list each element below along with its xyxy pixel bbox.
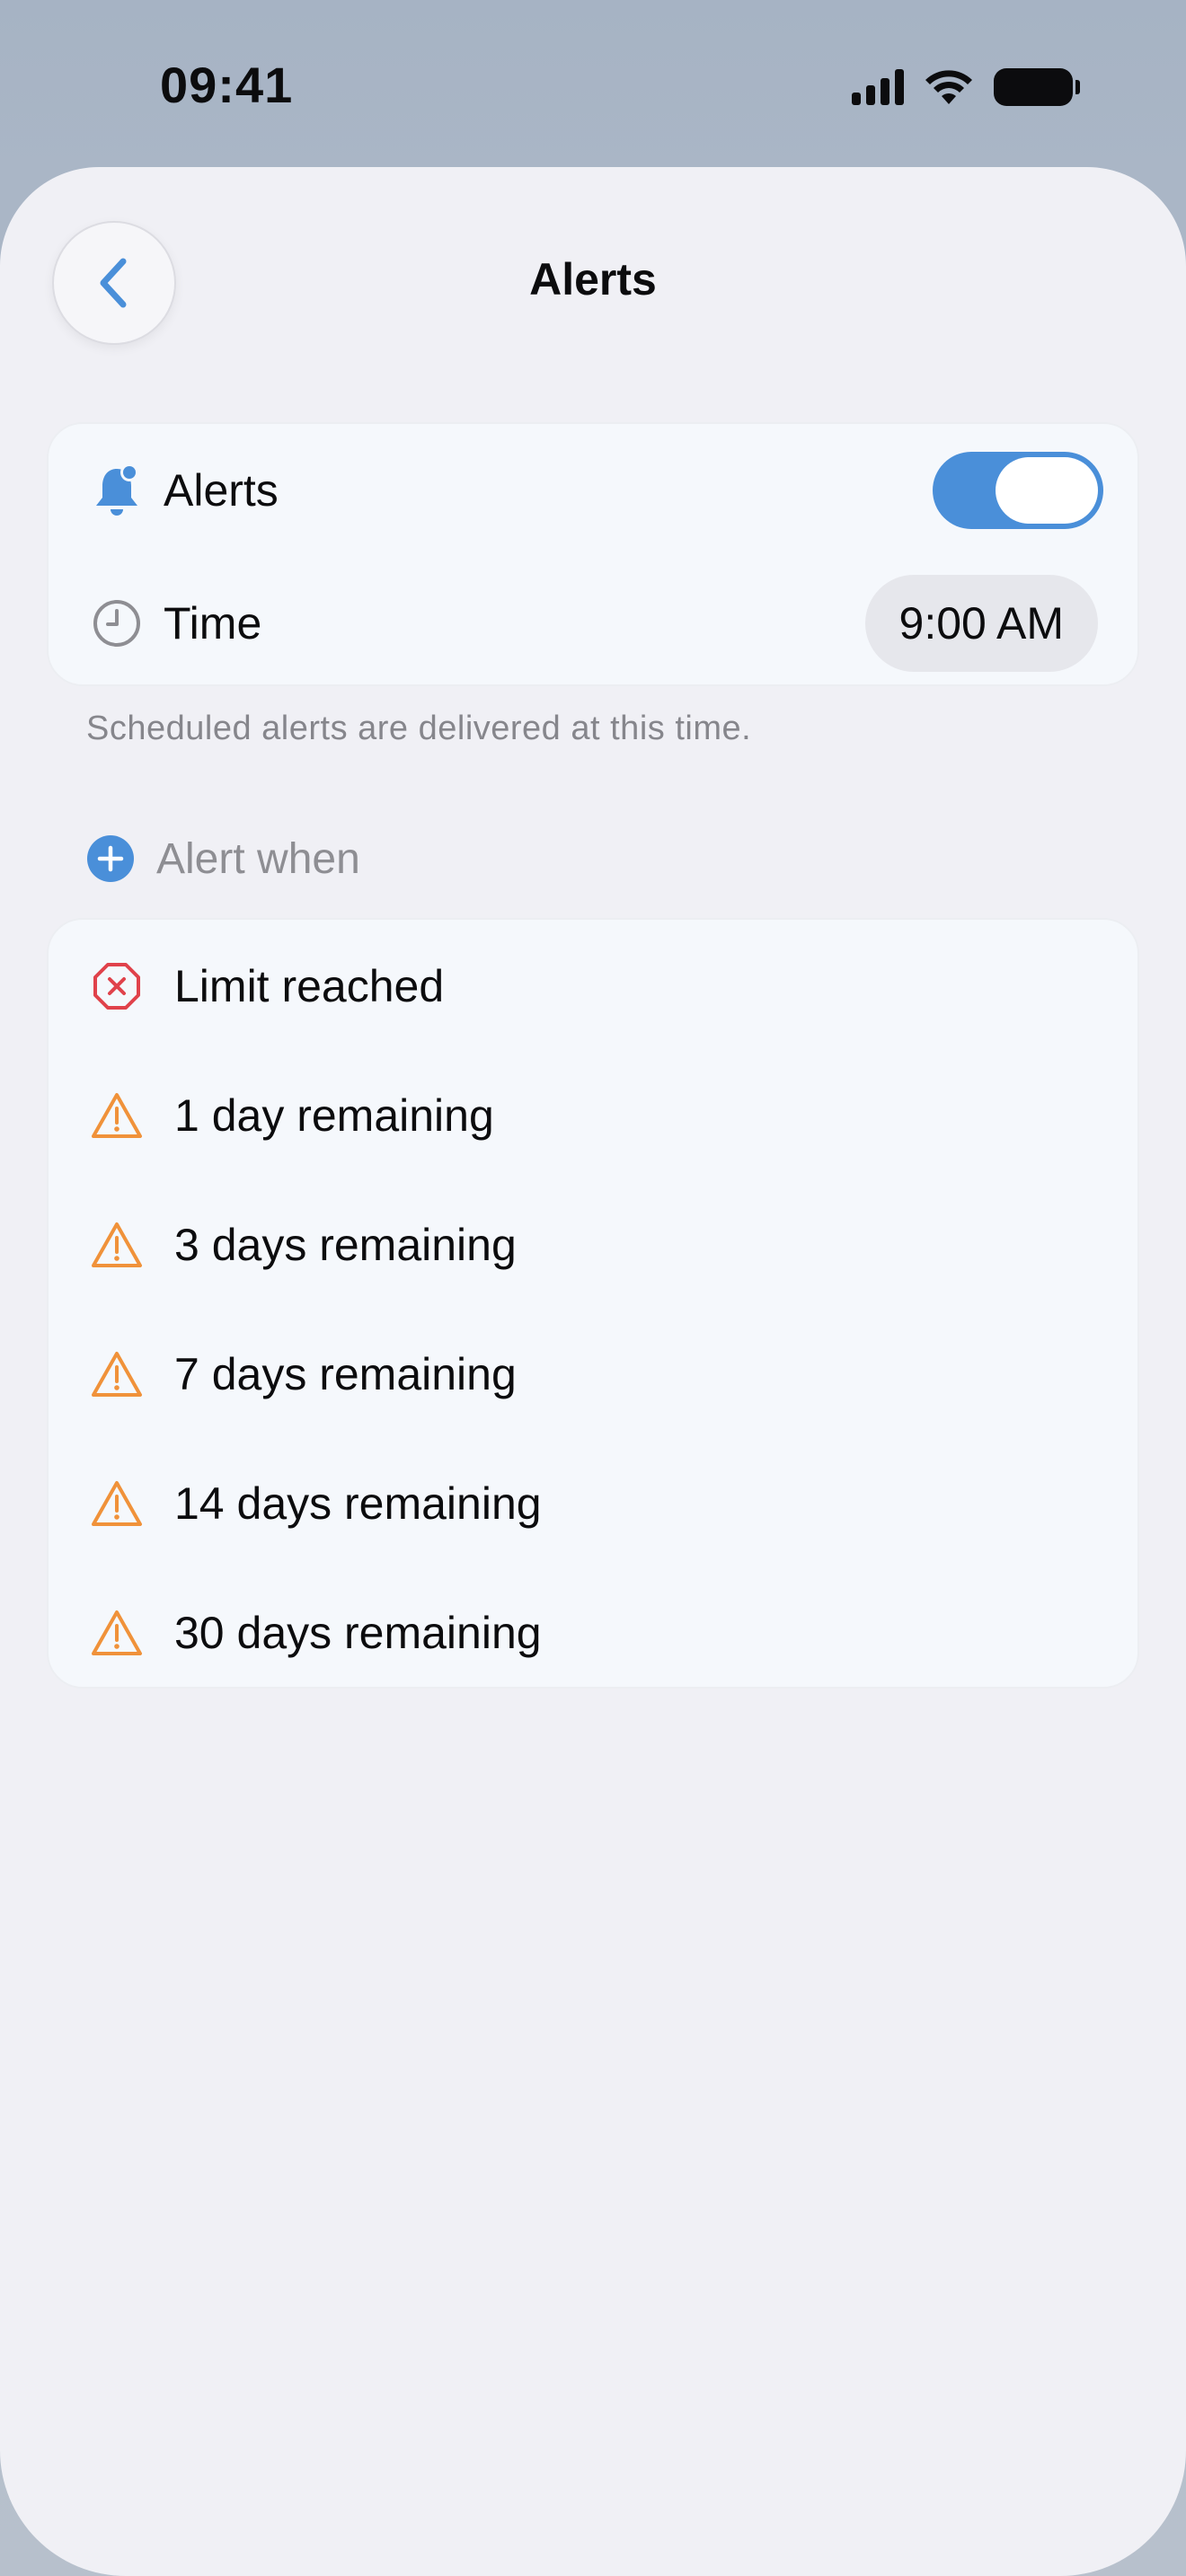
alerts-toggle[interactable] — [933, 452, 1103, 529]
alerts-toggle-row: Alerts — [49, 424, 1137, 557]
alert-item-1-day[interactable]: 1 day remaining — [49, 1051, 1137, 1180]
status-icons — [852, 66, 1080, 108]
warning-triangle-icon — [88, 1087, 146, 1144]
alert-item-14-days[interactable]: 14 days remaining — [49, 1439, 1137, 1568]
alert-item-label: 7 days remaining — [174, 1349, 517, 1399]
alert-item-label: 30 days remaining — [174, 1608, 542, 1658]
time-footnote: Scheduled alerts are delivered at this t… — [86, 710, 752, 747]
warning-triangle-icon — [88, 1475, 146, 1532]
time-picker[interactable]: 9:00 AM — [864, 575, 1098, 672]
alert-item-30-days[interactable]: 30 days remaining — [49, 1568, 1137, 1698]
warning-triangle-icon — [88, 1216, 146, 1274]
alert-item-3-days[interactable]: 3 days remaining — [49, 1180, 1137, 1310]
alert-item-label: Limit reached — [174, 961, 445, 1011]
alert-conditions-card: Limit reached 1 day remaining 3 days rem… — [47, 918, 1139, 1689]
add-circle-icon — [87, 835, 134, 882]
battery-icon — [994, 68, 1080, 106]
alert-when-label: Alert when — [156, 834, 360, 883]
time-label: Time — [164, 598, 262, 648]
wifi-icon — [925, 70, 972, 104]
toggle-knob — [996, 457, 1098, 524]
warning-triangle-icon — [88, 1604, 146, 1662]
alert-item-label: 14 days remaining — [174, 1478, 542, 1529]
time-row: Time 9:00 AM — [49, 557, 1137, 690]
x-octagon-icon — [88, 957, 146, 1015]
page-title: Alerts — [529, 254, 657, 304]
status-bar: 09:41 — [0, 0, 1186, 167]
alert-when-header[interactable]: Alert when — [86, 832, 360, 886]
alert-item-7-days[interactable]: 7 days remaining — [49, 1310, 1137, 1439]
alerts-label: Alerts — [164, 465, 279, 516]
alert-item-label: 3 days remaining — [174, 1220, 517, 1270]
settings-card: Alerts Time 9:00 AM — [47, 422, 1139, 686]
warning-triangle-icon — [88, 1345, 146, 1403]
alerts-sheet: Alerts Alerts Time 9:00 AM Scheduled ale… — [0, 167, 1186, 2576]
clock-icon — [88, 595, 146, 652]
bell-badge-icon — [88, 462, 146, 519]
alert-item-label: 1 day remaining — [174, 1090, 494, 1141]
status-time: 09:41 — [160, 57, 294, 113]
cellular-signal-icon — [852, 69, 904, 105]
alert-item-limit-reached[interactable]: Limit reached — [49, 922, 1137, 1051]
